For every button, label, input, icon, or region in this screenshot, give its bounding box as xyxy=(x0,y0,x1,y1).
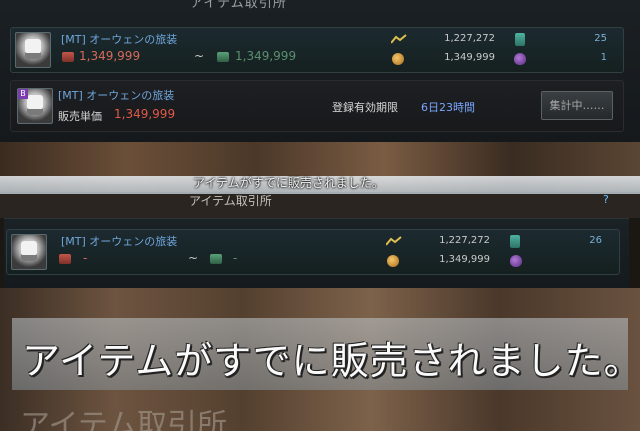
price-trend-icon xyxy=(391,34,407,44)
recent-price: 1,227,272 xyxy=(444,33,495,44)
game-scene: アイテム取引所 [MT] オーウェンの旅装 1,349,999 ~ 1,349,… xyxy=(0,0,640,431)
price-trend-icon xyxy=(386,236,402,246)
item-name: [MT] オーウェンの旅装 xyxy=(61,235,178,248)
min-price: - xyxy=(83,251,88,265)
help-icon[interactable]: ? xyxy=(603,193,609,206)
item-thumbnail xyxy=(15,32,51,68)
background-strip xyxy=(0,194,640,218)
selling-item-name: [MT] オーウェンの旅装 xyxy=(58,89,175,102)
sale-unit-price-label: 販売単価 xyxy=(58,110,102,123)
max-price-icon xyxy=(217,52,229,62)
preorder-count: 1 xyxy=(600,52,607,63)
listing-count: 25 xyxy=(594,33,607,44)
item-grade-badge: B xyxy=(18,89,28,99)
min-price: 1,349,999 xyxy=(79,49,141,63)
item-name: [MT] オーウェンの旅装 xyxy=(61,33,178,46)
max-price-icon xyxy=(210,254,222,264)
preorder-icon xyxy=(510,255,522,267)
min-price-icon xyxy=(59,254,71,264)
marketplace-subtitle-large: アイテム取引所 xyxy=(20,408,227,431)
listing-count-icon xyxy=(515,33,525,46)
base-price: 1,349,999 xyxy=(444,52,495,63)
marketplace-window-top: アイテム取引所 [MT] オーウェンの旅装 1,349,999 ~ 1,349,… xyxy=(0,0,640,142)
coin-icon xyxy=(392,53,404,65)
listing-count-icon xyxy=(510,235,520,248)
listing-row-top[interactable]: [MT] オーウェンの旅装 1,349,999 ~ 1,349,999 1,22… xyxy=(10,27,624,73)
preorder-icon xyxy=(514,53,526,65)
sold-notification-large: アイテムがすでに販売されました。 xyxy=(22,339,640,383)
window-title: アイテム取引所 xyxy=(190,0,287,11)
listing-row-bottom[interactable]: [MT] オーウェンの旅装 - ~ - 1,227,272 1,349,999 … xyxy=(6,229,620,275)
selling-item-thumbnail: B xyxy=(17,88,53,124)
min-price-icon xyxy=(62,52,74,62)
selling-item-row[interactable]: B [MT] オーウェンの旅装 販売単価 1,349,999 登録有効期限 6日… xyxy=(10,80,624,132)
sale-unit-price: 1,349,999 xyxy=(114,107,176,121)
expiry-label: 登録有効期限 xyxy=(332,101,398,114)
price-range-tilde: ~ xyxy=(194,49,205,63)
recent-price: 1,227,272 xyxy=(439,235,490,246)
base-price: 1,349,999 xyxy=(439,254,490,265)
max-price: - xyxy=(233,251,238,265)
coin-icon xyxy=(387,255,399,267)
sold-notification-small: アイテムがすでに販売されました。 xyxy=(193,176,384,190)
tally-button[interactable]: 集計中…… xyxy=(541,91,613,120)
item-thumbnail xyxy=(11,234,47,270)
max-price: 1,349,999 xyxy=(235,49,297,63)
listing-count: 26 xyxy=(589,235,602,246)
expiry-value: 6日23時間 xyxy=(421,101,475,114)
price-range-tilde: ~ xyxy=(188,251,199,265)
marketplace-subtitle-small: アイテム取引所 xyxy=(189,194,272,208)
